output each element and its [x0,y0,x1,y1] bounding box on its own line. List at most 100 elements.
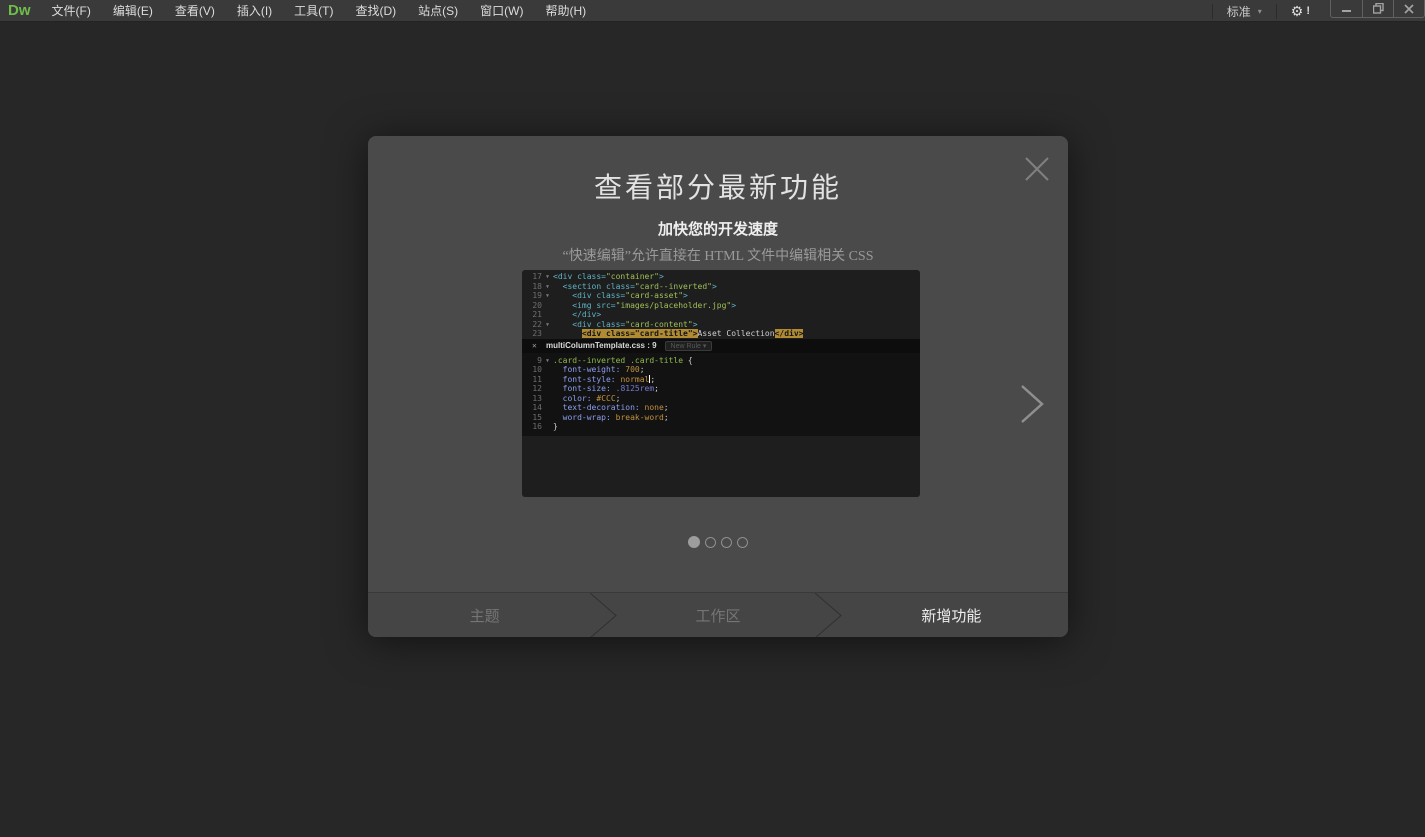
code-line: 17▼<div class="container"> [522,272,920,282]
quick-edit-panel: ✕ multiColumnTemplate.css : 9 New Rule ▾… [522,339,920,436]
minimize-icon [1342,4,1352,14]
code-fold-spacer [542,403,553,413]
line-number: 12 [522,384,542,394]
code-fold-spacer [542,365,553,375]
wizard-step-workspace[interactable]: 工作区 [601,593,834,637]
line-number: 16 [522,422,542,432]
code-line: 10 font-weight: 700; [522,365,920,375]
pagination-dot-1[interactable] [688,536,700,548]
wizard-step-bar: 主题工作区新增功能 [368,592,1068,637]
code-text: color: #CCC; [553,394,620,404]
menu-item-help[interactable]: 帮助(H) [534,0,597,22]
quick-edit-header: ✕ multiColumnTemplate.css : 9 New Rule ▾ [522,339,920,353]
titlebar: Dw 文件(F)编辑(E)查看(V)插入(I)工具(T)查找(D)站点(S)窗口… [0,0,1425,22]
line-number: 14 [522,403,542,413]
workspace-switcher[interactable]: 标准 ▾ [1221,3,1268,20]
code-line: 11 font-style: normal; [522,375,920,385]
line-number: 13 [522,394,542,404]
minimize-button[interactable] [1331,0,1362,17]
menu-item-find[interactable]: 查找(D) [344,0,407,22]
workspace-switcher-label: 标准 [1227,3,1251,20]
pagination-dot-4[interactable] [737,537,748,548]
code-fold-spacer [542,413,553,423]
wizard-step-new-features[interactable]: 新增功能 [835,593,1068,637]
new-rule-label: New Rule [671,343,701,350]
titlebar-right: 标准 ▾ ⚙ ! [1204,0,1425,22]
dreamweaver-window: Dw 文件(F)编辑(E)查看(V)插入(I)工具(T)查找(D)站点(S)窗口… [0,0,1425,837]
code-text: <img src="images/placeholder.jpg"> [553,301,736,311]
whats-new-dialog: 查看部分最新功能 加快您的开发速度 “快速编辑”允许直接在 HTML 文件中编辑… [368,136,1068,637]
new-rule-button[interactable]: New Rule ▾ [665,341,713,351]
code-line: 13 color: #CCC; [522,394,920,404]
code-line: 20 <img src="images/placeholder.jpg"> [522,301,920,311]
html-code-snippet: 17▼<div class="container">18▼ <section c… [522,270,920,339]
code-fold-spacer [542,301,553,311]
code-text: word-wrap: break-word; [553,413,669,423]
line-number: 10 [522,365,542,375]
css-code-snippet: 9▼.card--inverted .card-title {10 font-w… [522,353,920,436]
code-text: <section class="card--inverted"> [553,282,717,292]
code-line: 23 <div class="card-title">Asset Collect… [522,329,920,339]
code-line: 19▼ <div class="card-asset"> [522,291,920,301]
code-line: 9▼.card--inverted .card-title { [522,356,920,366]
chevron-right-icon [1016,384,1048,424]
code-fold-spacer [542,329,553,339]
line-number: 20 [522,301,542,311]
restore-button[interactable] [1362,0,1393,17]
line-number: 11 [522,375,542,385]
line-number: 23 [522,329,542,339]
pagination-dot-3[interactable] [721,537,732,548]
code-fold-spacer [542,310,553,320]
slide-pagination [368,536,1068,548]
code-text: <div class="card-title">Asset Collection… [553,329,803,339]
window-controls [1330,0,1425,18]
restore-icon [1373,3,1384,14]
menu-item-edit[interactable]: 编辑(E) [102,0,164,22]
next-slide-button[interactable] [1016,384,1048,424]
line-number: 17 [522,272,542,282]
code-fold-spacer [542,375,553,385]
feature-heading: 加快您的开发速度 [368,218,1068,239]
code-fold-icon[interactable]: ▼ [542,320,553,330]
code-fold-icon[interactable]: ▼ [542,272,553,282]
code-text: <div class="container"> [553,272,664,282]
dreamweaver-logo: Dw [0,2,41,19]
code-text: <div class="card-content"> [553,320,698,330]
code-line: 18▼ <section class="card--inverted"> [522,282,920,292]
code-fold-spacer [542,384,553,394]
close-window-button[interactable] [1393,0,1424,17]
feature-preview-image: 17▼<div class="container">18▼ <section c… [522,270,920,497]
code-text: </div> [553,310,601,320]
pagination-dot-2[interactable] [705,537,716,548]
code-text: <div class="card-asset"> [553,291,688,301]
chevron-down-icon: ▾ [703,343,707,350]
quick-edit-close-icon[interactable]: ✕ [532,341,546,350]
code-line: 16} [522,422,920,432]
wizard-step-theme[interactable]: 主题 [368,593,601,637]
line-number: 22 [522,320,542,330]
line-number: 21 [522,310,542,320]
menu-item-site[interactable]: 站点(S) [407,0,469,22]
menu-item-window[interactable]: 窗口(W) [469,0,534,22]
code-fold-icon[interactable]: ▼ [542,282,553,292]
code-fold-icon[interactable]: ▼ [542,356,553,366]
code-line: 22▼ <div class="card-content"> [522,320,920,330]
code-fold-icon[interactable]: ▼ [542,291,553,301]
chevron-down-icon: ▾ [1258,7,1262,16]
line-number: 19 [522,291,542,301]
separator [1212,4,1213,19]
code-fold-spacer [542,394,553,404]
separator [1276,4,1277,19]
menu-item-tools[interactable]: 工具(T) [283,0,344,22]
menu-item-view[interactable]: 查看(V) [164,0,226,22]
close-icon [1404,4,1414,14]
gear-icon: ⚙ [1291,3,1304,20]
sync-settings-button[interactable]: ⚙ ! [1285,3,1316,20]
code-text: font-size: .8125rem; [553,384,659,394]
code-line: 21 </div> [522,310,920,320]
dialog-title: 查看部分最新功能 [368,166,1068,206]
menu-item-insert[interactable]: 插入(I) [226,0,283,22]
menu-item-file[interactable]: 文件(F) [41,0,102,22]
menu-bar: 文件(F)编辑(E)查看(V)插入(I)工具(T)查找(D)站点(S)窗口(W)… [41,0,598,22]
code-line: 15 word-wrap: break-word; [522,413,920,423]
